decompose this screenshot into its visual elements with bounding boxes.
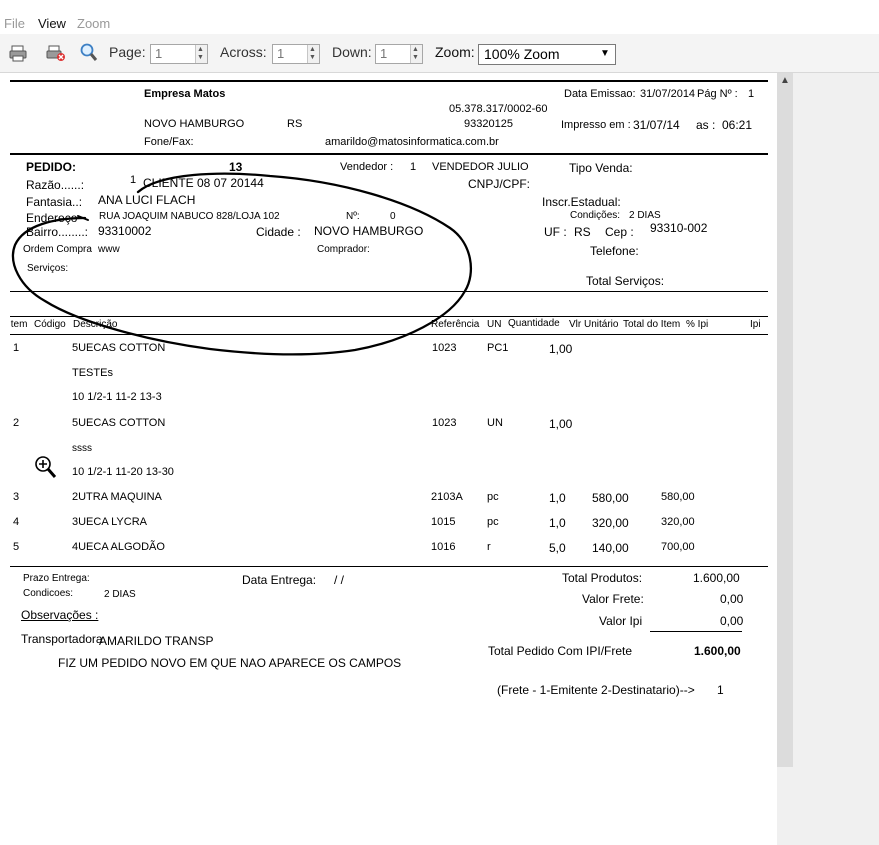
condicoes-footer-label: Condicoes:: [23, 588, 74, 599]
preview-toolbar: Page: 1 ▲ ▼ Across: 1 ▲ ▼ Down: 1 ▲ ▼ Zoom:…: [0, 34, 879, 73]
hand-drawn-circle-annotation: [11, 172, 473, 356]
table-bottom-rule: [10, 566, 768, 567]
down-spinner-arrows[interactable]: ▲ ▼: [410, 45, 422, 63]
row-item: 3: [13, 491, 20, 503]
row-desc: 3UECA LYCRA: [72, 516, 147, 528]
scroll-up-icon[interactable]: ▲: [777, 73, 793, 89]
across-spinner-arrows[interactable]: ▲ ▼: [307, 45, 319, 63]
transportadora-value: AMARILDO TRANSP: [99, 634, 214, 648]
row-ref: 1016: [431, 541, 456, 553]
print-setup-icon[interactable]: [46, 44, 66, 62]
observacao-note: FIZ UM PEDIDO NOVO EM QUE NAO APARECE OS…: [58, 656, 402, 670]
across-value: 1: [277, 46, 285, 61]
valor-frete-label: Valor Frete:: [582, 592, 644, 606]
chevron-down-icon[interactable]: ▼: [600, 48, 610, 59]
total-produtos-label: Total Produtos:: [562, 571, 643, 585]
condicoes-footer-value: 2 DIAS: [104, 589, 136, 600]
page-spinner[interactable]: 1 ▲ ▼: [150, 44, 208, 64]
zoom-select[interactable]: 100% Zoom ▼: [478, 44, 616, 65]
observacoes-label: Observações :: [21, 608, 99, 622]
vertical-scrollbar[interactable]: [777, 73, 793, 767]
data-entrega-value: / /: [334, 573, 345, 587]
row-item: 5: [13, 541, 20, 553]
row-desc: 10 1/2-1 11-20 13-30: [72, 466, 174, 478]
total-pedido-value: 1.600,00: [694, 644, 741, 658]
row-qty: 5,0: [549, 541, 566, 555]
prazo-entrega-label: Prazo Entrega:: [23, 573, 90, 584]
totals-rule: [650, 631, 742, 632]
total-pedido-label: Total Pedido Com IPI/Frete: [488, 644, 633, 658]
down-label: Down:: [332, 44, 372, 60]
report-page: Empresa Matos 05.378.317/0002-60 NOVO HA…: [10, 73, 777, 837]
valor-ipi-value: 0,00: [720, 614, 744, 628]
across-label: Across:: [220, 44, 267, 60]
page-value: 1: [155, 46, 163, 61]
down-spinner[interactable]: 1 ▲ ▼: [375, 44, 423, 64]
row-desc: 4UECA ALGODÃO: [72, 541, 165, 553]
zoom-cursor-icon: [35, 456, 57, 478]
frete-value: 1: [717, 683, 724, 697]
menu-zoom[interactable]: Zoom: [77, 16, 110, 31]
zoom-value: 100% Zoom: [484, 46, 560, 62]
row-ref: 2103A: [431, 491, 463, 503]
row-desc: 2UTRA MAQUINA: [72, 491, 162, 503]
window-bottom-edge: [0, 837, 777, 845]
menu-bar: File View Zoom: [0, 12, 879, 34]
row-unit-price: 320,00: [592, 516, 629, 530]
across-spinner[interactable]: 1 ▲ ▼: [272, 44, 320, 64]
menu-view[interactable]: View: [38, 16, 66, 31]
total-produtos-value: 1.600,00: [693, 571, 740, 585]
magnifier-icon[interactable]: [80, 43, 98, 62]
row-un: UN: [487, 417, 503, 429]
row-total: 320,00: [661, 516, 695, 528]
print-icon[interactable]: [9, 44, 27, 62]
row-qty: 1,00: [549, 417, 573, 431]
valor-ipi-label: Valor Ipi: [599, 614, 643, 628]
row-total: 580,00: [661, 491, 695, 503]
row-unit-price: 140,00: [592, 541, 629, 555]
row-item: 4: [13, 516, 20, 528]
row-desc: 5UECAS COTTON: [72, 417, 166, 429]
data-entrega-label: Data Entrega:: [242, 573, 317, 587]
window-top-edge: [0, 0, 879, 12]
row-item: 2: [13, 417, 20, 429]
row-qty: 1,0: [549, 516, 566, 530]
row-ref: 1023: [432, 417, 457, 429]
menu-file[interactable]: File: [4, 16, 25, 31]
zoom-label: Zoom:: [435, 44, 475, 60]
row-un: pc: [487, 516, 499, 528]
frete-label: (Frete - 1-Emitente 2-Destinatario)-->: [497, 683, 695, 697]
page-spinner-arrows[interactable]: ▲ ▼: [195, 45, 207, 63]
row-un: pc: [487, 491, 499, 503]
row-desc: 10 1/2-1 11-2 13-3: [72, 391, 162, 403]
row-total: 700,00: [661, 541, 695, 553]
page-label: Page:: [109, 44, 146, 60]
down-value: 1: [380, 46, 388, 61]
row-desc: ssss: [72, 443, 92, 454]
row-un: r: [487, 541, 491, 553]
row-ref: 1015: [431, 516, 456, 528]
valor-frete-value: 0,00: [720, 592, 744, 606]
row-unit-price: 580,00: [592, 491, 629, 505]
transportadora-label: Transportadora: [21, 632, 103, 646]
row-qty: 1,0: [549, 491, 566, 505]
